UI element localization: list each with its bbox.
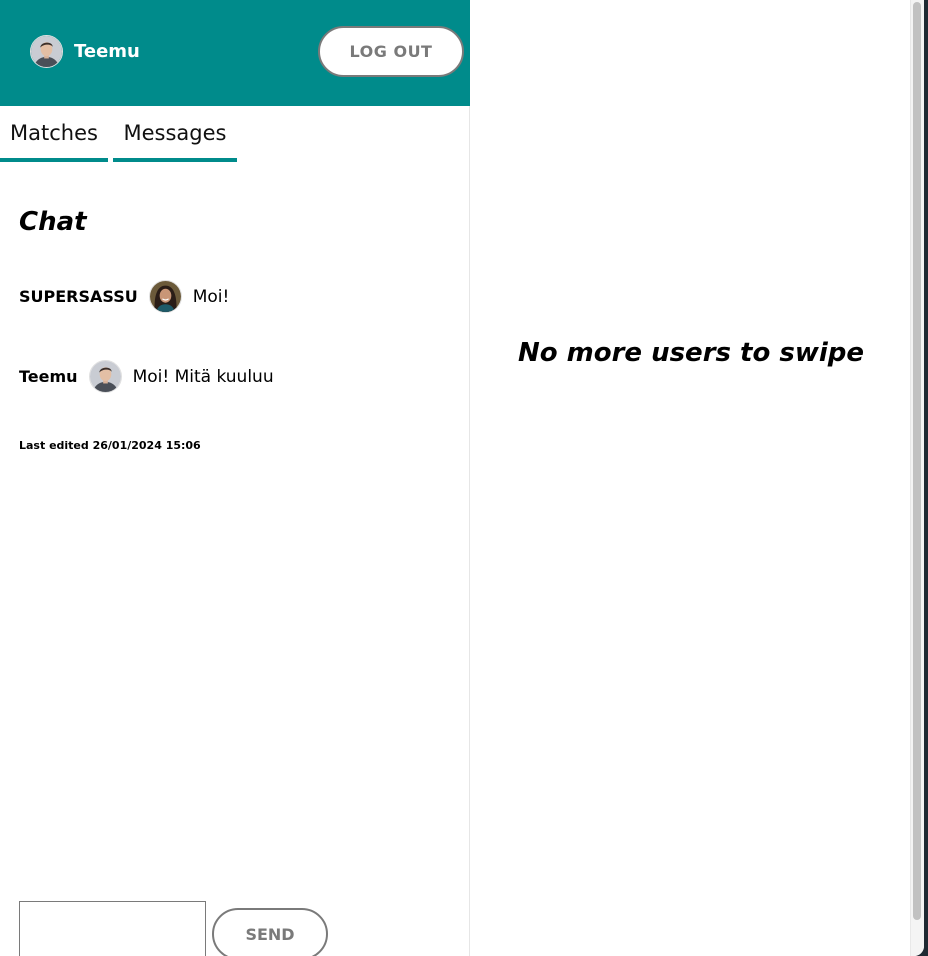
chat-panel: Teemu LOG OUT Matches Messages Chat SUPE… <box>0 0 470 956</box>
message-input[interactable] <box>19 901 206 956</box>
header-bar: Teemu LOG OUT <box>0 0 470 106</box>
nav-tabs: Matches Messages <box>0 106 470 162</box>
chat-message: Teemu Moi! Mitä kuuluu <box>19 360 274 393</box>
avatar-teemu-icon <box>31 36 62 67</box>
message-author: Teemu <box>19 367 78 386</box>
message-text: Moi! <box>192 286 230 307</box>
send-button[interactable]: SEND <box>212 908 328 956</box>
chat-title: Chat <box>19 207 87 237</box>
scrollbar-thumb[interactable] <box>913 2 921 920</box>
message-author: SUPERSASSU <box>19 287 138 306</box>
user-name: Teemu <box>74 41 140 62</box>
chat-message: SUPERSASSU Moi! <box>19 280 229 313</box>
message-avatar <box>148 280 182 313</box>
message-text: Moi! Mitä kuuluu <box>132 366 274 387</box>
last-edited-timestamp: Last edited 26/01/2024 15:06 <box>19 439 201 452</box>
empty-swipe-message: No more users to swipe <box>517 338 865 368</box>
user-avatar <box>30 35 63 68</box>
app-window: Teemu LOG OUT Matches Messages Chat SUPE… <box>0 0 924 956</box>
swipe-panel: No more users to swipe <box>471 0 911 956</box>
avatar-supersassu-icon <box>149 281 181 312</box>
current-user: Teemu <box>30 35 140 68</box>
message-avatar <box>88 360 122 393</box>
tab-messages[interactable]: Messages <box>113 106 237 162</box>
avatar-teemu-icon <box>89 361 121 392</box>
tab-matches[interactable]: Matches <box>0 106 108 162</box>
logout-button[interactable]: LOG OUT <box>318 26 464 77</box>
